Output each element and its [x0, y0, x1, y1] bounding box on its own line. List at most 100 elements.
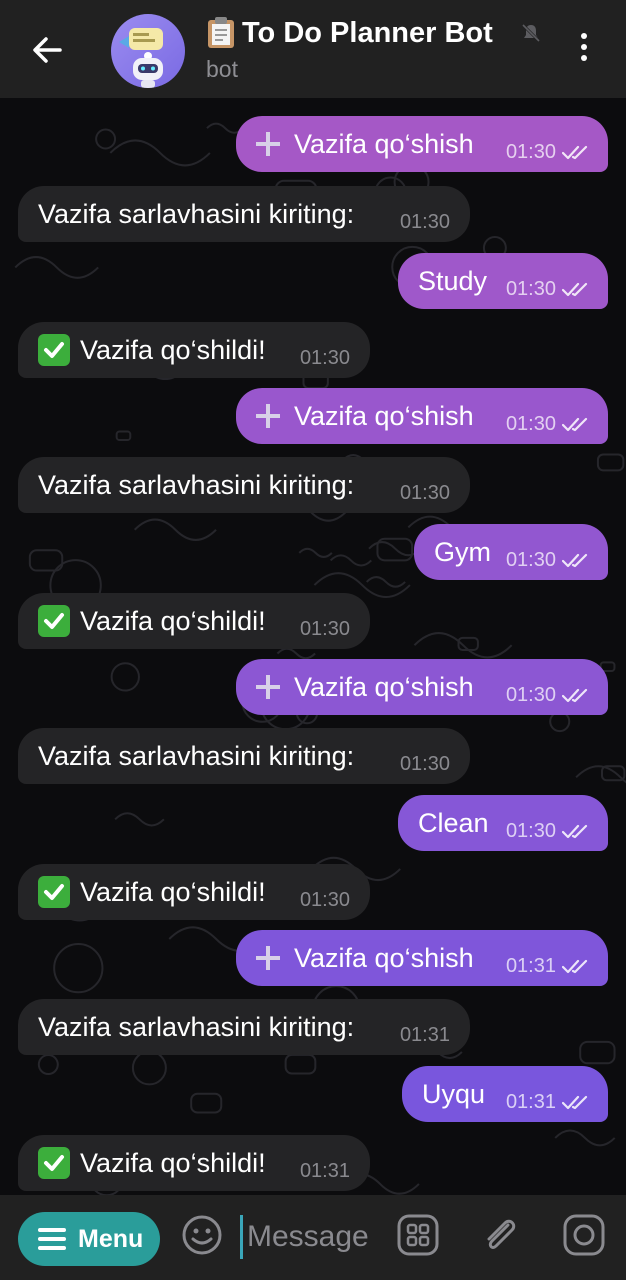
read-ticks-icon — [562, 417, 588, 432]
wallpaper-doodle — [95, 128, 117, 150]
wallpaper-doodle — [115, 430, 132, 442]
message-text: Vazifa qo‘shildi! — [80, 334, 266, 365]
more-vertical-icon[interactable] — [570, 30, 598, 70]
read-ticks-icon — [562, 959, 588, 974]
message-text: Vazifa qo‘shildi! — [80, 1147, 266, 1178]
read-ticks-icon — [562, 145, 588, 160]
wallpaper-doodle — [37, 1054, 59, 1076]
chat-title-text: To Do Planner Bot — [242, 17, 493, 49]
read-ticks-icon — [562, 282, 588, 297]
read-ticks-icon — [562, 824, 588, 839]
message-time: 01:30 — [505, 820, 556, 842]
message-text: Study — [418, 265, 488, 296]
wallpaper-doodle — [329, 554, 372, 567]
read-ticks-icon — [562, 553, 588, 568]
outgoing-message[interactable]: Gym 01:30 — [414, 524, 608, 580]
incoming-message[interactable]: Vazifa sarlavhasini kiriting: 01:31 — [18, 999, 470, 1055]
attach-icon[interactable] — [478, 1213, 522, 1257]
message-time: 01:31 — [299, 1160, 350, 1182]
outgoing-message[interactable]: Vazifa qo‘shish 01:30 — [236, 116, 608, 172]
message-time: 01:30 — [399, 211, 450, 233]
message-time: 01:30 — [505, 141, 556, 163]
message-text: Vazifa qo‘shish — [294, 400, 474, 431]
wallpaper-doodle — [579, 1040, 616, 1065]
wallpaper-doodle — [413, 632, 513, 659]
clipboard-icon — [208, 17, 234, 48]
incoming-message[interactable]: Vazifa sarlavhasini kiriting: 01:30 — [18, 728, 470, 784]
wallpaper-doodle — [298, 547, 333, 558]
incoming-message[interactable]: Vazifa qo‘shildi! 01:31 — [18, 1135, 370, 1191]
message-input[interactable] — [240, 1215, 387, 1259]
message-text: Uyqu — [422, 1078, 486, 1109]
message-time: 01:30 — [505, 684, 556, 706]
read-ticks-icon — [562, 1095, 588, 1110]
bot-commands-icon[interactable] — [396, 1213, 440, 1257]
incoming-message[interactable]: Vazifa sarlavhasini kiriting: 01:30 — [18, 457, 470, 513]
muted-icon — [521, 23, 541, 43]
wallpaper-doodle — [131, 1050, 167, 1086]
robot-avatar-icon — [119, 28, 163, 88]
message-time: 01:30 — [505, 549, 556, 571]
outgoing-message[interactable]: Uyqu 01:31 — [402, 1066, 608, 1122]
composer-bar: Menu — [0, 1195, 626, 1280]
message-text: Vazifa sarlavhasini kiriting: — [38, 740, 355, 771]
message-text: Vazifa qo‘shildi! — [80, 876, 266, 907]
check-icon — [38, 334, 70, 366]
message-text: Vazifa qo‘shish — [294, 128, 474, 159]
wallpaper-doodle — [133, 518, 217, 541]
wallpaper-doodle — [575, 765, 626, 784]
plus-icon — [256, 675, 280, 699]
hamburger-icon — [38, 1228, 66, 1250]
message-time: 01:30 — [505, 413, 556, 435]
message-text: Vazifa qo‘shish — [294, 942, 474, 973]
message-time: 01:30 — [299, 889, 350, 911]
wallpaper-doodle — [53, 943, 104, 994]
incoming-message[interactable]: Vazifa qo‘shildi! 01:30 — [18, 322, 370, 378]
message-time: 01:31 — [505, 1091, 556, 1113]
menu-button[interactable]: Menu — [18, 1212, 160, 1266]
check-icon — [38, 1147, 70, 1179]
read-ticks-icon — [562, 688, 588, 703]
message-text: Vazifa qo‘shildi! — [80, 605, 266, 636]
wallpaper-doodle — [110, 662, 140, 692]
wallpaper-doodle — [190, 1092, 223, 1114]
incoming-message[interactable]: Vazifa qo‘shildi! 01:30 — [18, 593, 370, 649]
emoji-icon[interactable] — [180, 1213, 224, 1257]
back-arrow-icon[interactable] — [26, 28, 70, 72]
wallpaper-doodle — [276, 647, 316, 660]
menu-button-label: Menu — [78, 1224, 144, 1253]
chat-subtitle: bot — [206, 56, 238, 82]
wallpaper-doodle — [554, 1129, 616, 1147]
chat-title[interactable]: To Do Planner Bot — [206, 16, 506, 50]
outgoing-message[interactable]: Vazifa qo‘shish 01:30 — [236, 659, 608, 715]
camera-icon[interactable] — [562, 1213, 606, 1257]
message-time: 01:30 — [299, 347, 350, 369]
check-icon — [38, 605, 70, 637]
message-text: Clean — [418, 807, 489, 838]
incoming-message[interactable]: Vazifa sarlavhasini kiriting: 01:30 — [18, 186, 470, 242]
message-time: 01:30 — [399, 753, 450, 775]
message-list[interactable]: Vazifa qo‘shish 01:30 Vazifa sarlavhasini … — [0, 98, 626, 1195]
message-time: 01:30 — [505, 278, 556, 300]
plus-icon — [256, 132, 280, 156]
plus-icon — [256, 946, 280, 970]
wallpaper-doodle — [284, 1053, 317, 1075]
outgoing-message[interactable]: Vazifa qo‘shish 01:30 — [236, 388, 608, 444]
outgoing-message[interactable]: Study 01:30 — [398, 253, 608, 309]
wallpaper-doodle — [14, 256, 99, 279]
message-time: 01:31 — [399, 1024, 450, 1046]
wallpaper-doodle — [109, 139, 211, 167]
message-text: Gym — [434, 536, 491, 567]
message-time: 01:31 — [505, 955, 556, 977]
bot-avatar[interactable] — [111, 14, 185, 88]
message-time: 01:30 — [399, 482, 450, 504]
chat-header: To Do Planner Bot bot — [0, 0, 626, 98]
wallpaper-doodle — [365, 576, 406, 588]
incoming-message[interactable]: Vazifa qo‘shildi! 01:30 — [18, 864, 370, 920]
outgoing-message[interactable]: Vazifa qo‘shish 01:31 — [236, 930, 608, 986]
wallpaper-doodle — [596, 453, 625, 472]
message-time: 01:30 — [299, 618, 350, 640]
wallpaper-doodle — [114, 812, 165, 827]
outgoing-message[interactable]: Clean 01:30 — [398, 795, 608, 851]
check-icon — [38, 876, 70, 908]
